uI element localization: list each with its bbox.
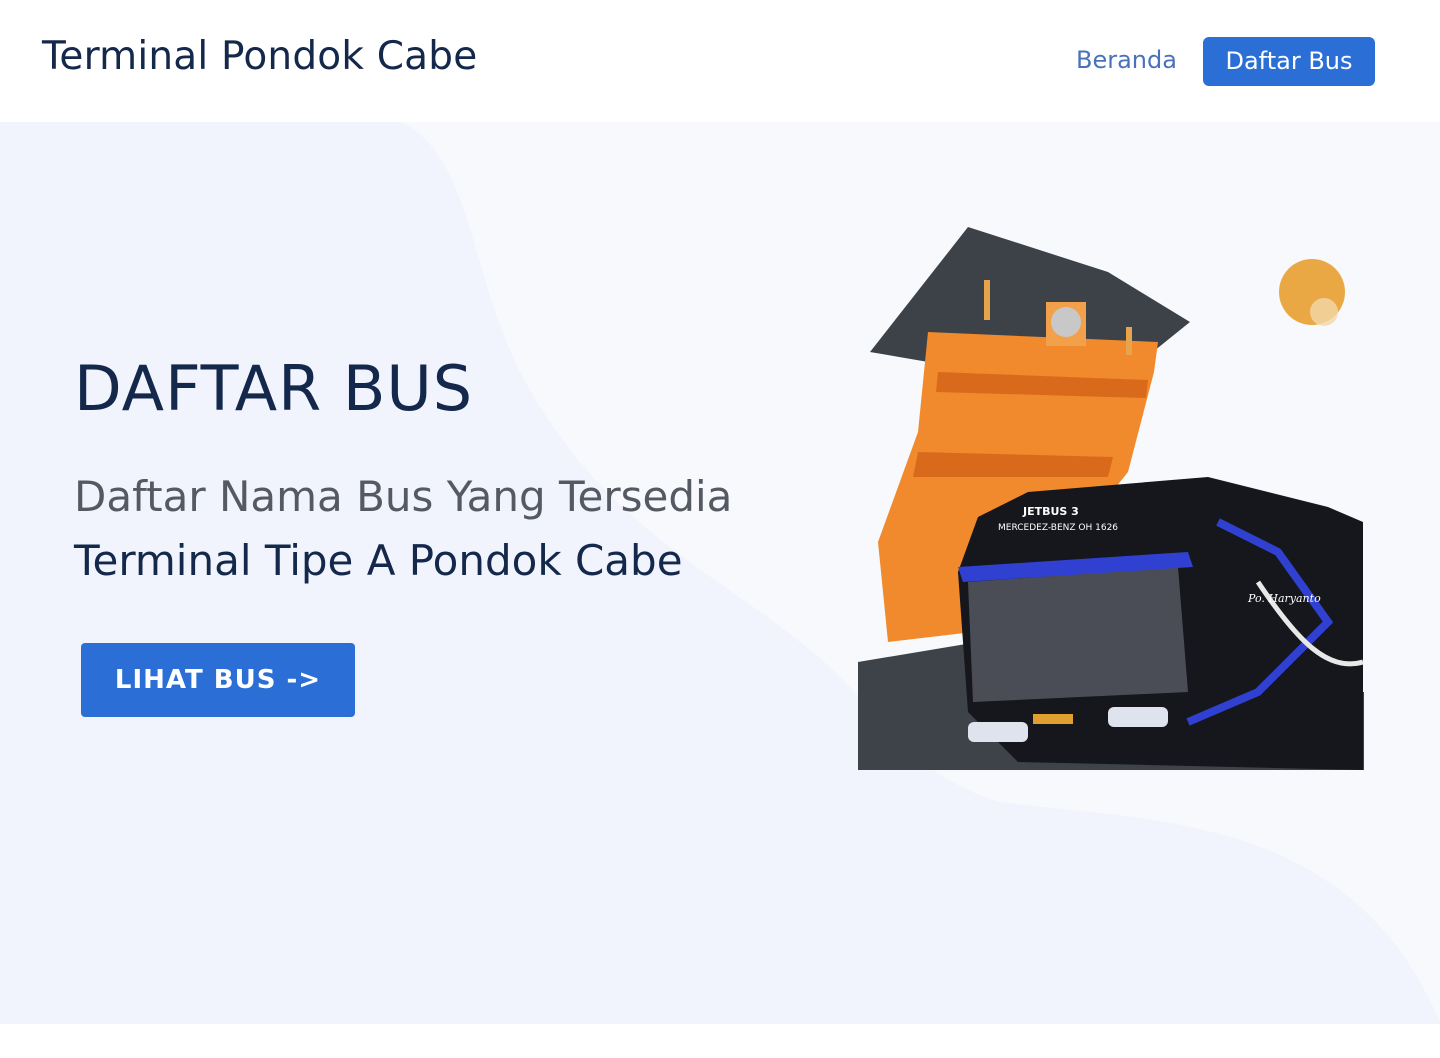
bus-text-operator: Po. Haryanto <box>1247 592 1321 605</box>
navbar: Terminal Pondok Cabe Beranda Daftar Bus <box>0 0 1440 122</box>
nav-link-beranda[interactable]: Beranda <box>1076 46 1177 74</box>
nav-button-daftar-bus[interactable]: Daftar Bus <box>1203 37 1375 86</box>
brand-title[interactable]: Terminal Pondok Cabe <box>42 34 477 79</box>
hero-subtitle-line2: Terminal Tipe A Pondok Cabe <box>74 536 683 585</box>
bus-text-jetbus: JETBUS 3 <box>1022 505 1079 518</box>
page-bottom-strip <box>0 1024 1440 1058</box>
hero-title: DAFTAR BUS <box>74 352 474 425</box>
bus-terminal-illustration: JETBUS 3 MERCEDEZ-BENZ OH 1626 Po. Harya… <box>858 227 1364 770</box>
bus-text-model: MERCEDEZ-BENZ OH 1626 <box>998 523 1118 533</box>
hero-subtitle-line1: Daftar Nama Bus Yang Tersedia <box>74 472 733 521</box>
lihat-bus-button[interactable]: LIHAT BUS -> <box>81 643 355 717</box>
hero-section: DAFTAR BUS Daftar Nama Bus Yang Tersedia… <box>0 122 1440 1024</box>
